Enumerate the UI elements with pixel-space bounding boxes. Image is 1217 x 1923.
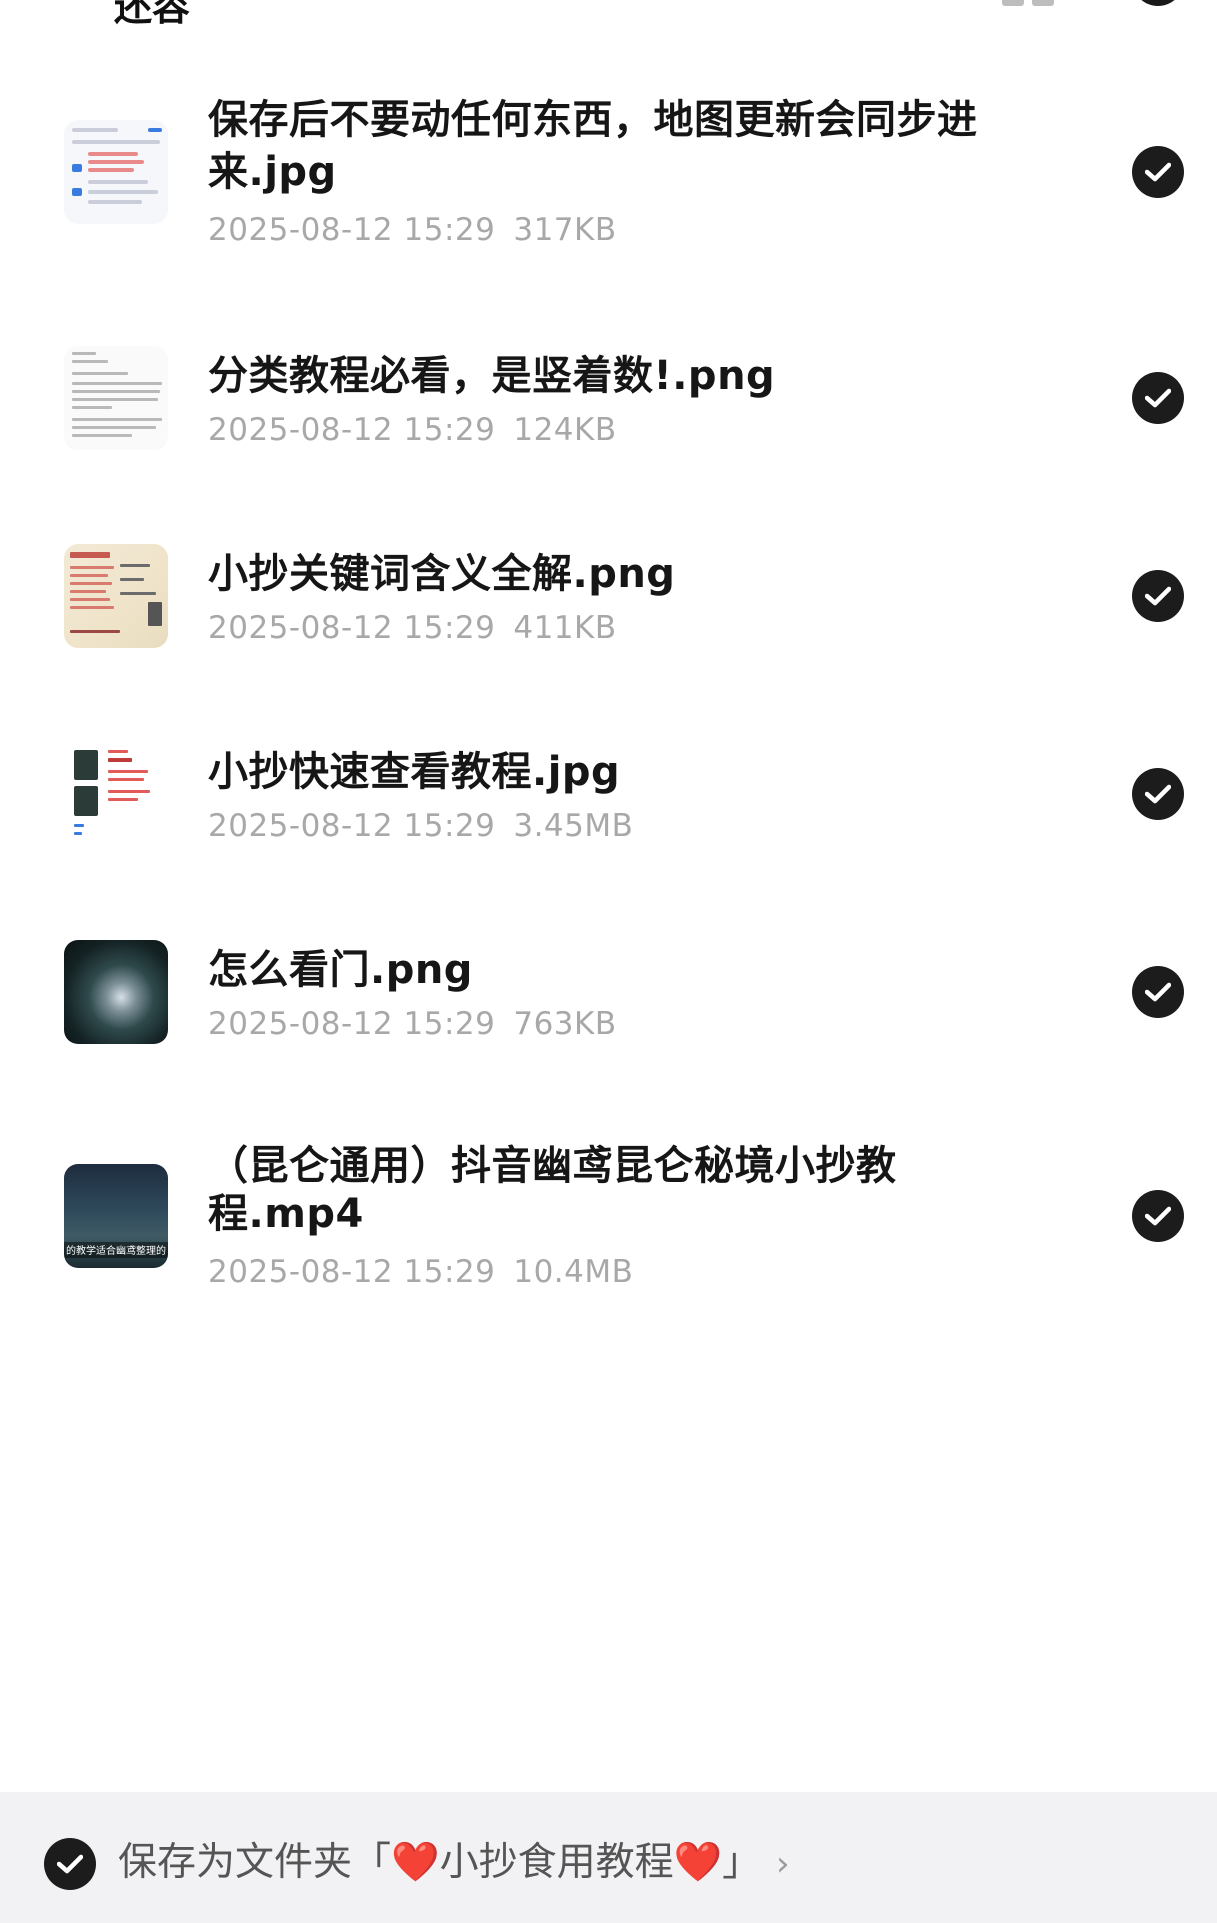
file-thumbnail [64,940,168,1044]
file-date: 2025-08-12 15:29 [208,212,496,248]
header-title: 还容 [114,0,191,29]
file-thumbnail: 的教学适合幽鸢整理的 [64,1164,168,1268]
file-meta: 2025-08-12 15:29 124KB [208,412,617,448]
chevron-right-icon[interactable]: › [776,1840,790,1888]
file-meta: 2025-08-12 15:29 411KB [208,610,617,646]
file-size: 763KB [513,1006,617,1042]
grid-view-icon[interactable] [1002,0,1054,6]
checkmark-icon[interactable] [1132,966,1184,1018]
file-meta: 2025-08-12 15:29 763KB [208,1006,617,1042]
save-to-folder-screen: 还容 保存后不要动任何东西，地图更新会同步进来.jpg 2025-08-12 1… [0,0,1217,1923]
thumbnail-caption: 的教学适合幽鸢整理的 [66,1246,166,1257]
file-name: 小抄快速查看教程.jpg [208,749,621,795]
file-meta: 2025-08-12 15:29 317KB [208,212,617,248]
checkmark-icon[interactable] [1132,570,1184,622]
file-name: 小抄关键词含义全解.png [208,551,676,597]
save-suffix: 」 [722,1840,762,1885]
file-size: 10.4MB [513,1254,634,1290]
file-date: 2025-08-12 15:29 [208,412,496,448]
file-meta: 2025-08-12 15:29 10.4MB [208,1254,633,1290]
file-name: 分类教程必看，是竖着数!.png [208,353,776,399]
heart-icon: ❤️ [673,1840,723,1885]
file-date: 2025-08-12 15:29 [208,808,496,844]
save-as-folder-checkmark-icon[interactable] [44,1838,96,1890]
save-as-folder-label[interactable]: 保存为文件夹「❤️小抄食用教程❤️」 [118,1837,761,1889]
select-all-check-icon[interactable] [1132,0,1184,6]
file-name: 保存后不要动任何东西，地图更新会同步进来.jpg [208,97,978,195]
checkmark-icon[interactable] [1132,146,1184,198]
checkmark-icon[interactable] [1132,768,1184,820]
file-size: 124KB [513,412,617,448]
file-name: （昆仑通用）抖音幽鸢昆仑秘境小抄教程.mp4 [208,1143,897,1237]
checkmark-icon[interactable] [1132,372,1184,424]
file-date: 2025-08-12 15:29 [208,1254,496,1290]
file-size: 411KB [513,610,617,646]
file-size: 3.45MB [513,808,634,844]
file-thumbnail [64,120,168,224]
file-meta: 2025-08-12 15:29 3.45MB [208,808,633,844]
file-thumbnail [64,346,168,450]
heart-icon: ❤️ [391,1840,440,1885]
checkmark-icon[interactable] [1132,1190,1184,1242]
file-size: 317KB [513,212,617,248]
file-thumbnail [64,544,168,648]
file-date: 2025-08-12 15:29 [208,1006,496,1042]
file-name: 怎么看门.png [208,947,473,993]
file-thumbnail [64,742,168,846]
file-date: 2025-08-12 15:29 [208,610,496,646]
save-prefix: 保存为文件夹「 [118,1840,392,1885]
folder-name: 小抄食用教程 [439,1840,674,1885]
